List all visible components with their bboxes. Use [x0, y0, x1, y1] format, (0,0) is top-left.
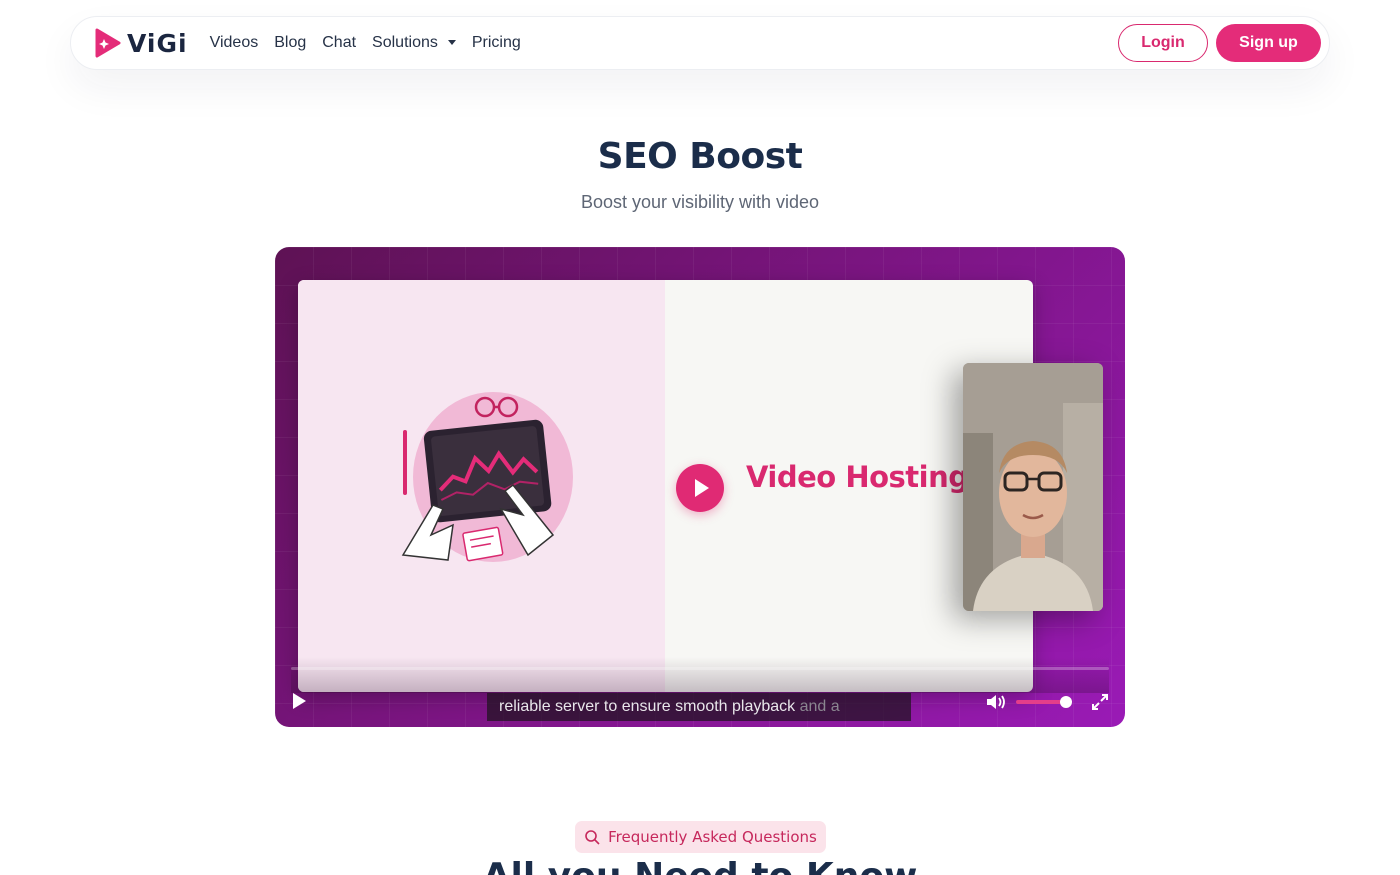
nav-link-pricing[interactable]: Pricing	[472, 34, 521, 52]
subtitle-caption: reliable server to ensure smooth playbac…	[487, 693, 911, 721]
solutions-label: Solutions	[372, 34, 438, 51]
slide-heading: Video Hosting	[746, 460, 969, 494]
presenter-image	[963, 363, 1103, 611]
nav-link-chat[interactable]: Chat	[322, 34, 356, 52]
progress-bar[interactable]	[291, 667, 1109, 670]
slide-play-icon[interactable]	[676, 464, 724, 512]
fullscreen-icon[interactable]	[1091, 693, 1109, 711]
volume-slider-handle[interactable]	[1059, 696, 1072, 708]
faq-badge: Frequently Asked Questions	[575, 821, 826, 853]
search-icon	[585, 830, 600, 845]
play-icon[interactable]	[293, 693, 306, 709]
page-title: SEO Boost	[597, 136, 803, 177]
nav-link-videos[interactable]: Videos	[210, 34, 259, 52]
page-subtitle: Boost your visibility with video	[580, 192, 820, 212]
tablet-analytics-illustration	[401, 392, 573, 562]
presenter-webcam-overlay	[963, 363, 1103, 611]
video-frame[interactable]: Video Hosting	[298, 280, 1033, 692]
faq-heading: All you Need to Know	[0, 856, 1400, 875]
controls-gradient	[291, 657, 1109, 693]
logo-text: ViGi	[127, 28, 188, 58]
volume-icon[interactable]	[985, 693, 1007, 711]
login-button[interactable]: Login	[1118, 24, 1208, 62]
top-navigation: ViGi Videos Blog Chat Solutions Pricing …	[70, 16, 1330, 70]
caret-down-icon	[447, 40, 456, 46]
vigi-logo[interactable]: ViGi	[91, 27, 188, 59]
video-player[interactable]: Video Hosting reliable server to ensure …	[275, 247, 1125, 727]
faq-badge-label: Frequently Asked Questions	[608, 828, 817, 846]
caption-text: reliable server to ensure smooth playbac…	[499, 698, 796, 715]
nav-link-blog[interactable]: Blog	[274, 34, 306, 52]
caption-text-fading: and a	[795, 698, 840, 715]
logo-play-mark-icon	[95, 28, 121, 58]
signup-button[interactable]: Sign up	[1216, 24, 1321, 62]
slide-illustration-panel	[298, 280, 665, 692]
nav-dropdown-solutions[interactable]: Solutions	[372, 34, 456, 52]
